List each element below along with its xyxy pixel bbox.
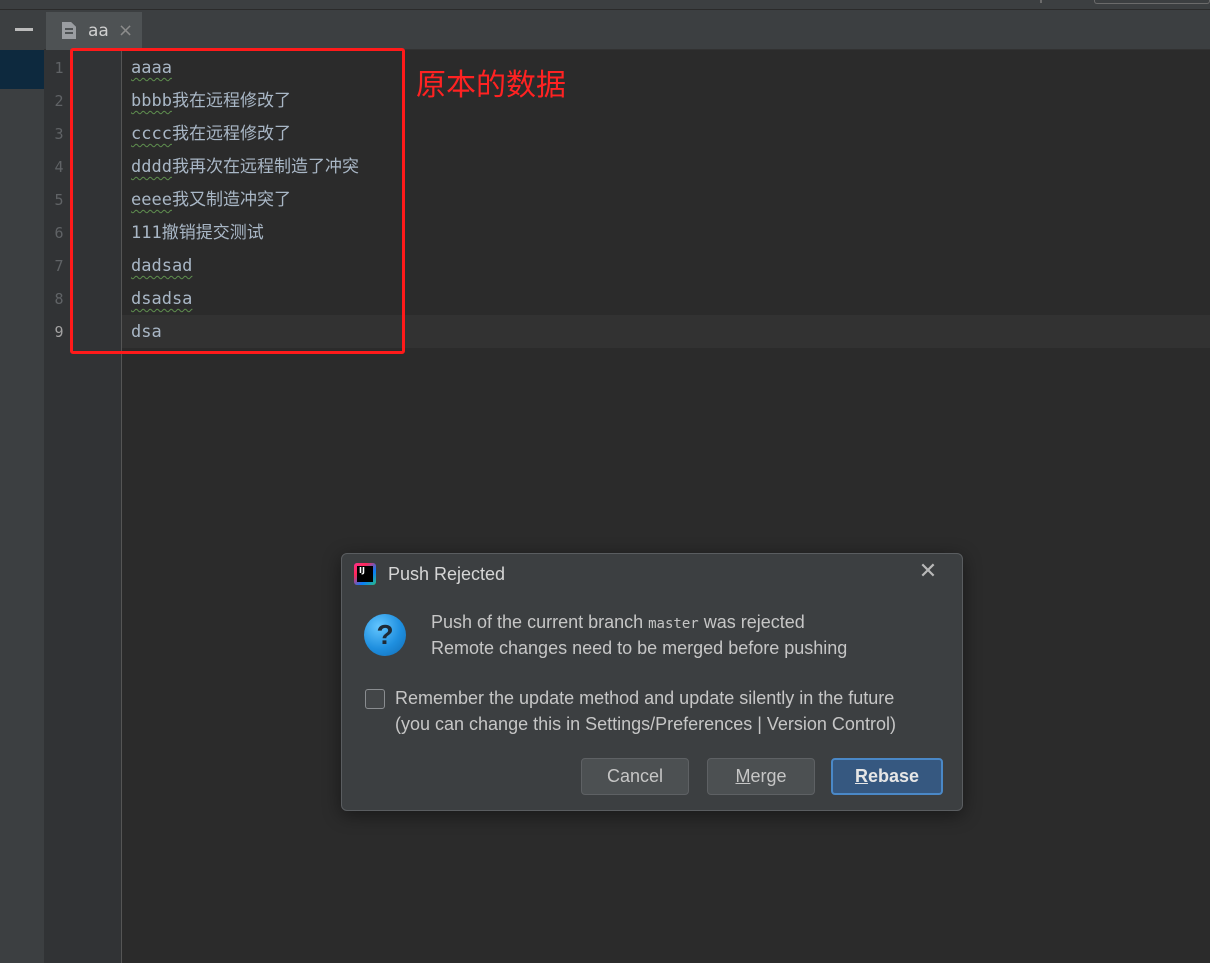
- merge-button[interactable]: Merge: [707, 758, 815, 795]
- toolbar-field[interactable]: [1094, 0, 1210, 4]
- line-number[interactable]: 4: [50, 151, 68, 184]
- rebase-mnemonic: R: [854, 766, 868, 786]
- line-number[interactable]: 6: [50, 217, 68, 250]
- editor-tab-aa[interactable]: aa ×: [46, 12, 142, 50]
- rebase-button[interactable]: Rebase: [831, 758, 943, 795]
- merge-mnemonic: M: [735, 766, 751, 786]
- line-number-current[interactable]: 9: [50, 316, 68, 349]
- line-number[interactable]: 5: [50, 184, 68, 217]
- rebase-label: ebase: [867, 766, 920, 786]
- minimize-icon[interactable]: [15, 28, 33, 31]
- ide-window: aa × 1 2 3 4 5 6 7 8 9 aaaa bbbb我在远程修改了 …: [0, 0, 1210, 963]
- message-suffix: was rejected: [698, 612, 805, 632]
- dialog-title: Push Rejected: [388, 564, 506, 584]
- intellij-logo-icon: [354, 563, 376, 585]
- dialog-message-detail: Remote changes need to be merged before …: [431, 638, 848, 658]
- merge-label: erge: [750, 766, 787, 786]
- annotation-box: [70, 48, 405, 354]
- line-number[interactable]: 7: [50, 250, 68, 283]
- editor-tab-bar: aa ×: [44, 10, 1210, 50]
- dialog-message: Push of the current branch master was re…: [431, 612, 805, 633]
- file-icon: [62, 22, 76, 39]
- push-rejected-dialog: Push Rejected ✕ ? Push of the current br…: [341, 553, 963, 811]
- dialog-close-icon[interactable]: ✕: [916, 560, 940, 584]
- line-number[interactable]: 1: [50, 52, 68, 85]
- toolbar-separator: [1040, 0, 1042, 3]
- branch-name: master: [648, 616, 699, 632]
- tool-window-strip: [0, 10, 44, 963]
- title-bar-edge: [0, 0, 1210, 10]
- cancel-button[interactable]: Cancel: [581, 758, 689, 795]
- remember-checkbox-label[interactable]: Remember the update method and update si…: [395, 688, 894, 709]
- tab-close-icon[interactable]: ×: [118, 20, 133, 41]
- line-number[interactable]: 3: [50, 118, 68, 151]
- remember-checkbox-hint: (you can change this in Settings/Prefere…: [395, 714, 896, 734]
- tab-label: aa: [88, 21, 109, 41]
- question-icon: ?: [364, 614, 406, 656]
- line-number[interactable]: 2: [50, 85, 68, 118]
- message-prefix: Push of the current branch: [431, 612, 649, 632]
- annotation-label: 原本的数据: [416, 68, 566, 103]
- tool-strip-selection: [0, 50, 44, 89]
- remember-checkbox[interactable]: [365, 689, 385, 709]
- line-number[interactable]: 8: [50, 283, 68, 316]
